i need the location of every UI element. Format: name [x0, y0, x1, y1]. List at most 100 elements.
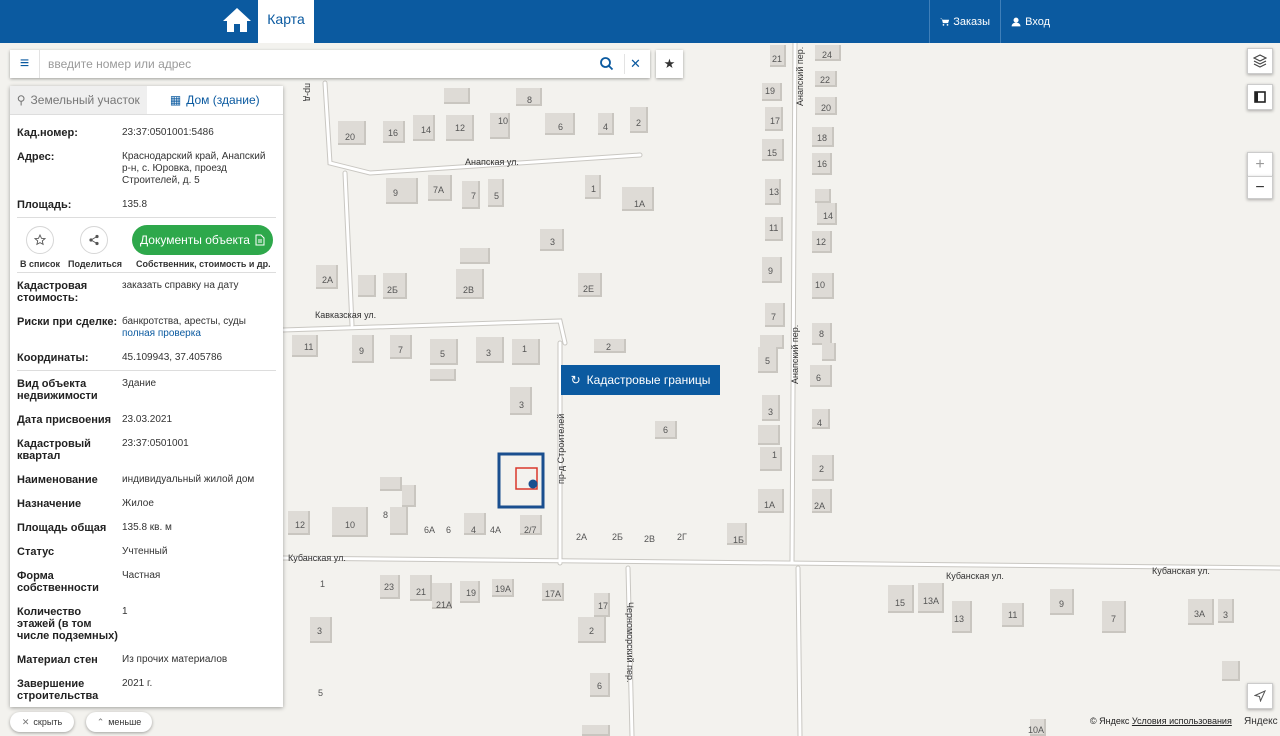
house-number: 22 [820, 75, 831, 85]
detail-value: Жилое [122, 498, 154, 509]
house-number: 10 [345, 520, 356, 530]
detail-label: Вид объекта недвижимости [17, 378, 98, 402]
house-number: 2А [576, 532, 588, 542]
house-number: 21А [436, 600, 453, 610]
kad-number-link[interactable]: 23:37:0501001:5486 [122, 127, 272, 139]
detail-label: Дата присвоения [17, 414, 112, 426]
house-number: 1А [764, 500, 776, 510]
action-bar: В список Поделиться Документы объекта Со… [10, 218, 283, 272]
object-documents-button[interactable]: Документы объекта [132, 225, 273, 255]
building [760, 447, 782, 471]
house-number: 13 [769, 187, 780, 197]
panel-tabs: ⚲ Земельный участок ▦ Дом (здание) [10, 86, 283, 115]
building [380, 477, 402, 491]
risks-row: Риски при сделке: банкротства, аресты, с… [10, 316, 283, 340]
terms-link[interactable]: Условия использования [1132, 716, 1232, 726]
street-label: Черноморский пер. [625, 602, 635, 683]
tab-building[interactable]: ▦ Дом (здание) [147, 86, 284, 114]
house-number: 3 [550, 237, 556, 247]
tab-land[interactable]: ⚲ Земельный участок [10, 86, 147, 114]
house-number: 2 [636, 118, 642, 128]
house-number: 7 [1111, 614, 1117, 624]
login-button[interactable]: Вход [1000, 0, 1060, 43]
add-to-list-label: В список [20, 259, 60, 269]
menu-icon[interactable]: ≡ [10, 50, 40, 78]
order-certificate-link[interactable]: заказать справку на дату [122, 280, 272, 304]
house-number: 11 [769, 223, 779, 233]
house-number: 3 [1223, 610, 1229, 620]
building [358, 275, 376, 297]
detail-row: Дата присвоения 23.03.2021 [10, 414, 283, 426]
star-outline-icon [34, 234, 46, 246]
coords-row: Координаты: 45.109943, 37.405786 [10, 352, 283, 364]
zoom-out-icon[interactable]: − [1247, 176, 1273, 199]
house-number: 9 [1059, 599, 1065, 609]
area-value: 135.8 [122, 199, 148, 210]
house-number: 2 [606, 342, 612, 352]
address-value: Краснодарский край, Анапский р-н, с. Юро… [122, 151, 266, 186]
detail-row: Количество этажей (в том числе подземных… [10, 606, 283, 642]
building [460, 248, 490, 264]
full-check-link[interactable]: полная проверка [122, 328, 272, 340]
refresh-icon: ↻ [570, 373, 581, 387]
close-icon[interactable]: ✕ [624, 54, 646, 74]
house-number: 8 [383, 510, 389, 520]
share-button[interactable] [80, 226, 108, 254]
add-to-list-button[interactable] [26, 226, 54, 254]
orders-button[interactable]: Заказы [929, 0, 1000, 43]
building [815, 189, 831, 203]
house-number: 17 [770, 116, 781, 126]
street-label: Кубанская ул. [946, 571, 1004, 581]
house-number: 1 [522, 344, 528, 354]
star-icon[interactable]: ★ [656, 50, 683, 78]
hide-button[interactable]: ✕ скрыть [10, 712, 74, 732]
address-row: Адрес: Краснодарский край, Анапский р-н,… [10, 151, 283, 187]
search-icon[interactable] [598, 55, 616, 73]
house-number: 21 [416, 587, 427, 597]
detail-value: индивидуальный жилой дом [122, 474, 255, 485]
zoom-in-icon[interactable]: + [1247, 152, 1273, 176]
detail-value: 1 [122, 606, 128, 617]
cart-icon [940, 18, 950, 26]
house-number: 6 [446, 525, 452, 535]
map-attribution: © Яндекс Условия использования [1090, 716, 1232, 726]
house-number: 2 [819, 464, 825, 474]
detail-label: Форма собственности [17, 570, 99, 594]
detail-row: Материал стен Из прочих материалов [10, 654, 283, 666]
house-number: 2Б [387, 285, 398, 295]
house-number: 18 [817, 133, 828, 143]
house-number: 1 [772, 450, 778, 460]
area-row: Площадь: 135.8 [10, 199, 283, 211]
copyright-text: © Яндекс [1090, 716, 1130, 726]
house-number: 4 [817, 418, 823, 428]
document-icon [255, 234, 265, 246]
cadastral-borders-button[interactable]: ↻ Кадастровые границы [561, 365, 720, 395]
less-button[interactable]: ⌃ меньше [86, 712, 152, 732]
house-number: 2/7 [524, 525, 537, 535]
building-icon: ▦ [169, 93, 182, 107]
tab-map[interactable]: Карта [258, 0, 314, 43]
house-number: 16 [817, 159, 828, 169]
house-number: 13А [923, 596, 940, 606]
geolocation-icon[interactable] [1247, 683, 1273, 709]
home-icon[interactable] [222, 6, 252, 34]
docs-button-label: Документы объекта [140, 233, 250, 247]
less-label: меньше [108, 717, 142, 727]
detail-value: Из прочих материалов [122, 654, 228, 665]
house-number: 21 [772, 54, 783, 64]
search-input[interactable] [48, 54, 588, 74]
building [822, 343, 836, 361]
tab-land-label: Земельный участок [30, 93, 140, 107]
house-number: 4 [603, 122, 609, 132]
house-number: 1 [591, 184, 597, 194]
detail-value: 23:37:0501001 [122, 438, 189, 449]
house-number: 12 [455, 123, 466, 133]
house-number: 19А [495, 584, 512, 594]
search-bar: ≡ ✕ [10, 50, 650, 78]
ruler-icon[interactable] [1247, 84, 1273, 110]
detail-value: Частная [122, 570, 161, 581]
details-list: Вид объекта недвижимости Здание Дата присв… [10, 371, 283, 702]
house-number: 10 [498, 116, 509, 126]
house-number: 15 [895, 598, 906, 608]
layers-icon[interactable] [1247, 48, 1273, 74]
